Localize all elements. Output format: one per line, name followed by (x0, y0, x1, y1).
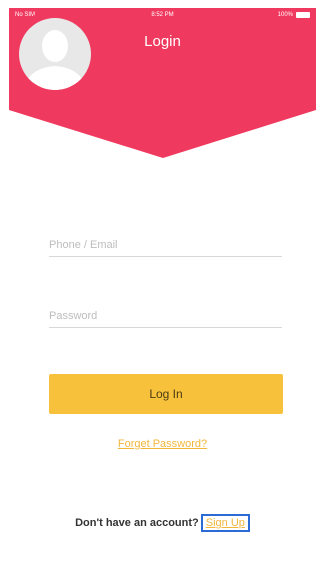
battery-icon (296, 12, 310, 18)
password-field[interactable] (49, 305, 282, 328)
battery-status: 100% (278, 8, 310, 22)
avatar-icon (11, 10, 99, 98)
signup-row: Don't have an account? Sign Up (9, 514, 316, 532)
phone-email-field[interactable] (49, 234, 282, 257)
phone-email-input[interactable] (49, 234, 282, 256)
password-input[interactable] (49, 305, 282, 327)
battery-label: 100% (277, 12, 293, 18)
signup-link[interactable]: Sign Up (200, 514, 250, 532)
no-account-text: Don't have an account? (75, 517, 199, 529)
header: No SIM 8:52 PM 100% Login (9, 8, 316, 198)
login-screen: No SIM 8:52 PM 100% Login Log In Forget … (9, 8, 316, 555)
forgot-password-link[interactable]: Forget Password? (9, 438, 316, 450)
login-button[interactable]: Log In (49, 374, 283, 414)
